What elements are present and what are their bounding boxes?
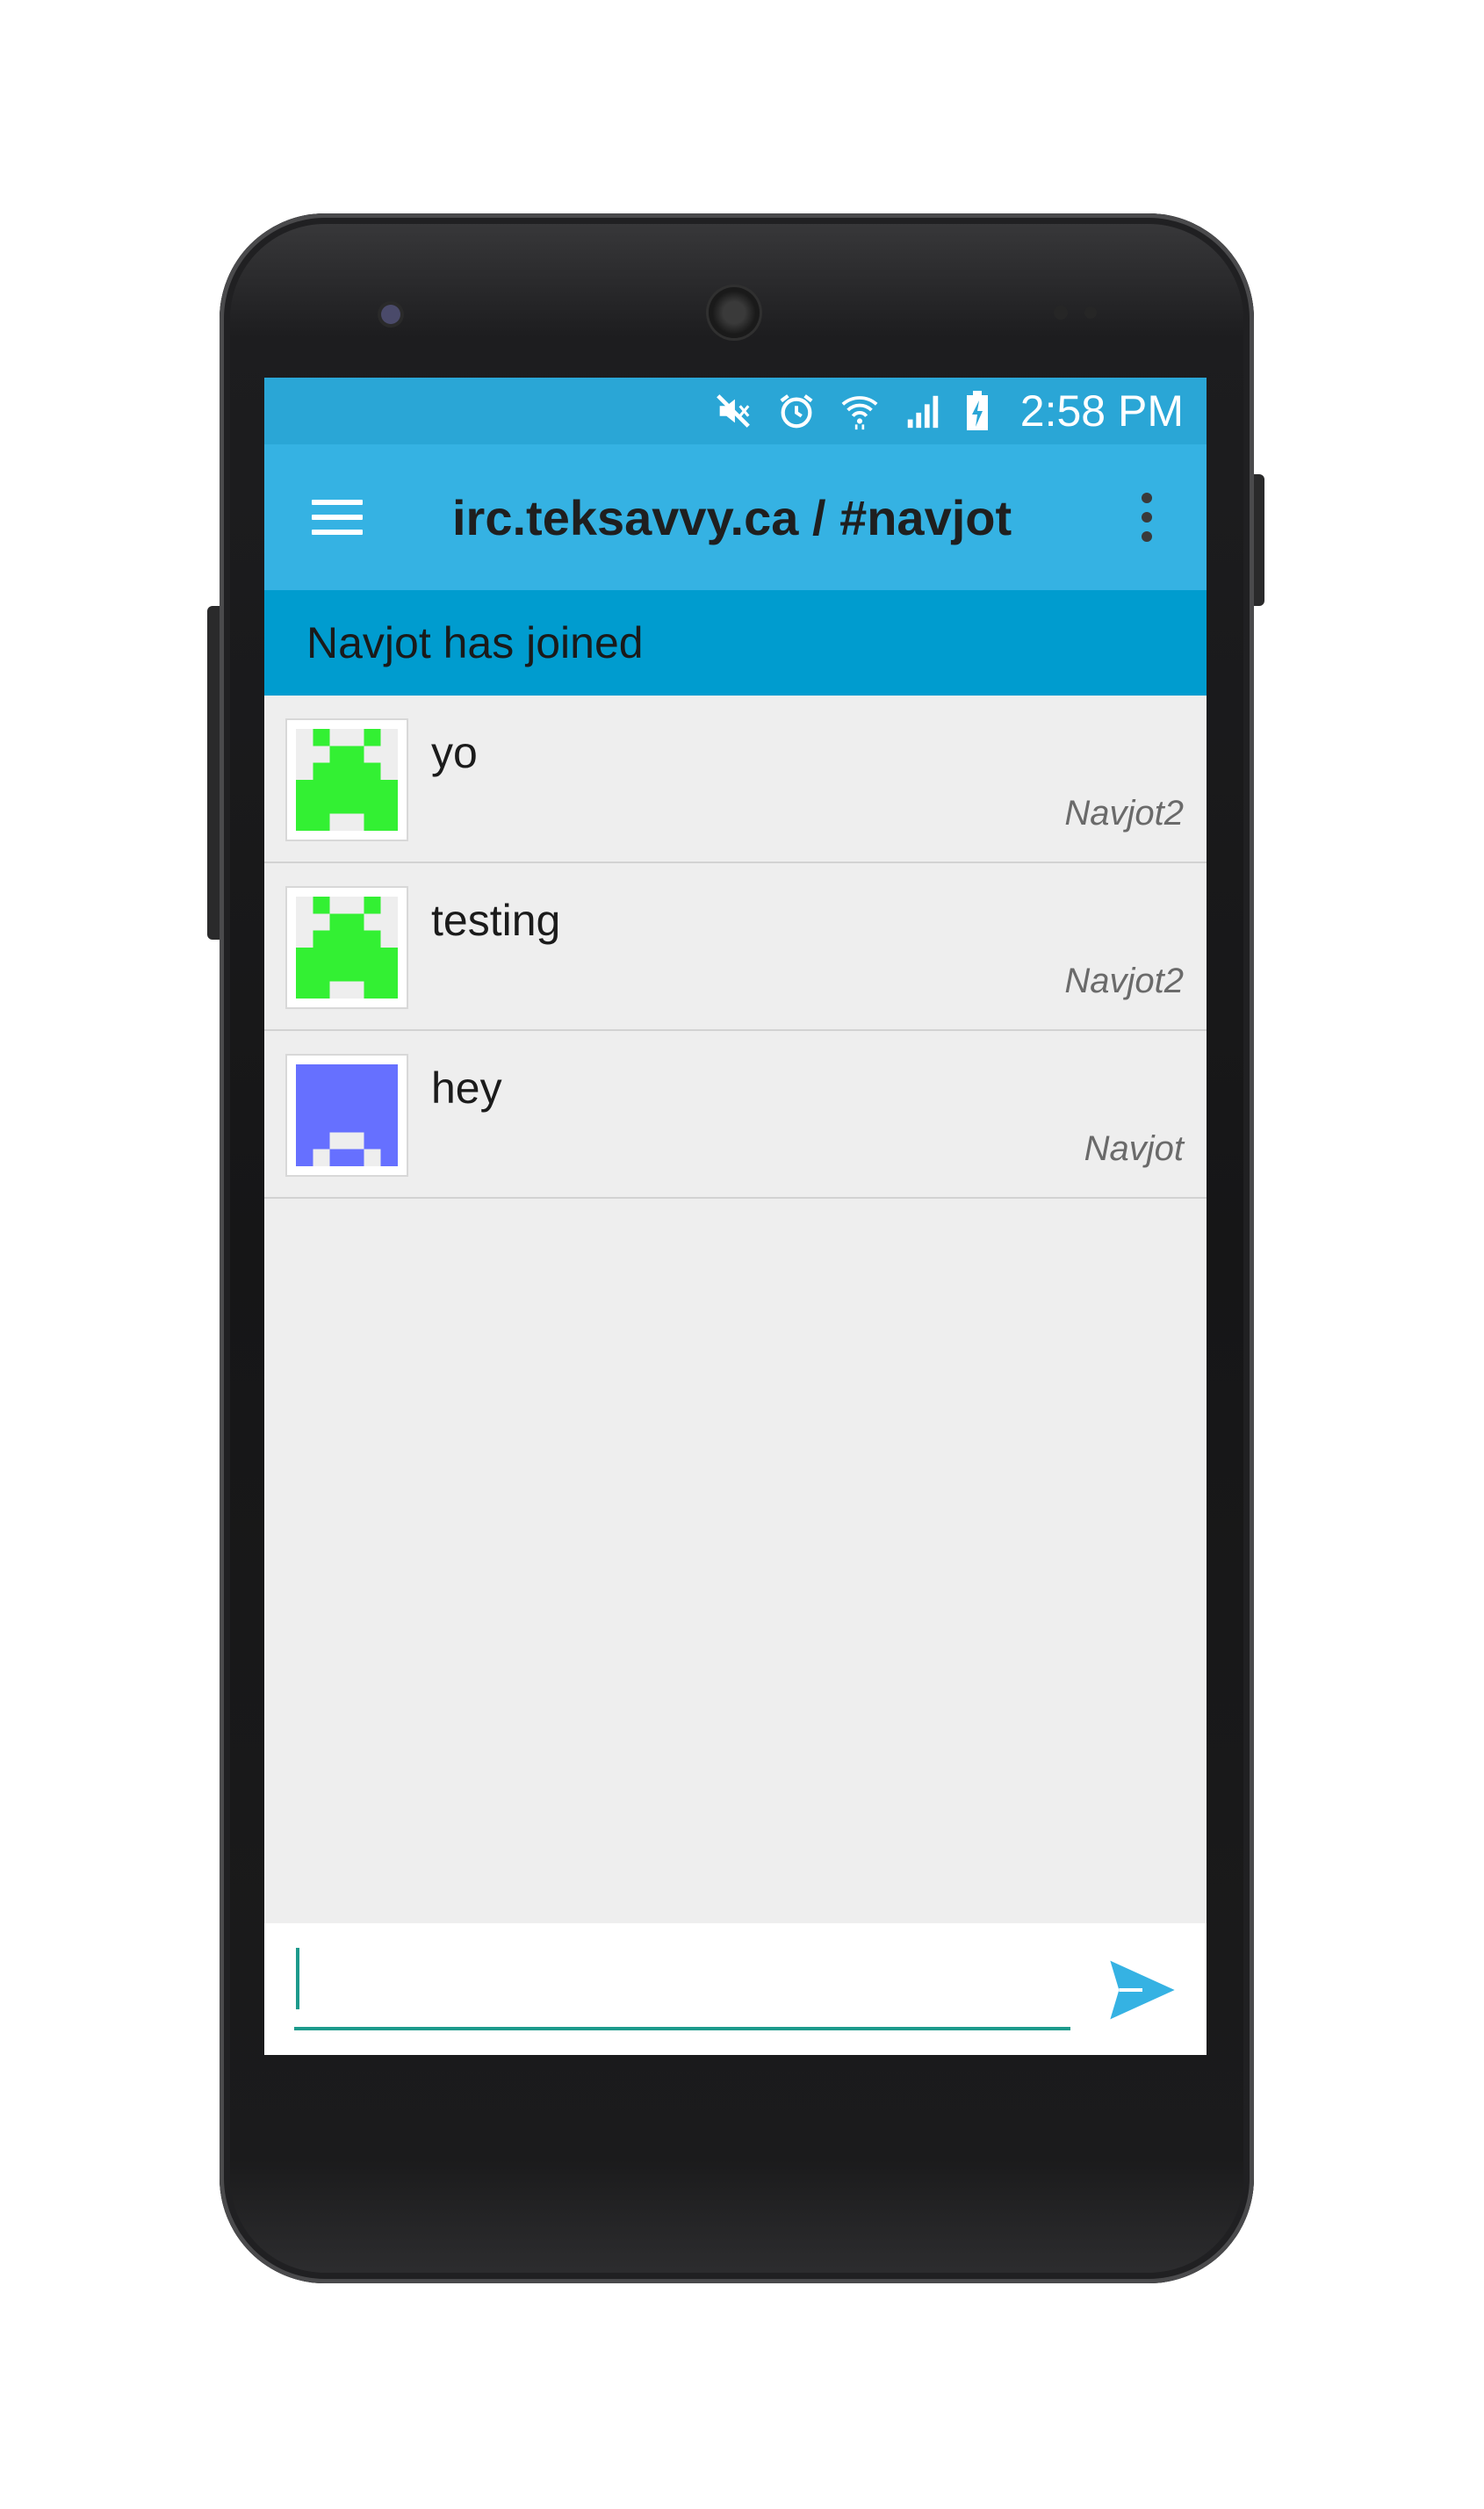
alarm-icon	[774, 389, 818, 433]
screen: 2:58 PM irc.teksavvy.ca / #navjot Navjot…	[264, 378, 1207, 2055]
wifi-icon	[838, 389, 882, 433]
message-nick: Navjot2	[1064, 962, 1184, 1000]
message-list: yo Navjot2 testing Navjot2 hey Navjot	[264, 696, 1207, 1199]
send-button[interactable]	[1107, 1957, 1178, 2023]
channel-title: irc.teksavvy.ca / #navjot	[452, 489, 1012, 545]
message-text: yo	[431, 728, 478, 777]
overflow-menu-icon[interactable]	[1142, 493, 1154, 542]
app-bar: irc.teksavvy.ca / #navjot	[264, 444, 1207, 590]
send-icon	[1110, 1960, 1175, 2020]
join-notice: Navjot has joined	[264, 590, 1207, 696]
mute-icon	[711, 389, 755, 433]
avatar	[285, 718, 408, 841]
battery-charging-icon	[955, 389, 999, 433]
power-button	[1252, 474, 1264, 606]
join-notice-text: Navjot has joined	[306, 618, 644, 667]
identicon-icon	[296, 729, 398, 831]
signal-icon	[901, 389, 945, 433]
status-time: 2:58 PM	[1019, 386, 1184, 436]
text-cursor	[296, 1948, 299, 2009]
list-item[interactable]: yo Navjot2	[264, 696, 1207, 863]
list-item[interactable]: hey Navjot	[264, 1031, 1207, 1199]
composer	[264, 1923, 1207, 2055]
message-nick: Navjot2	[1064, 794, 1184, 833]
proximity-sensor	[1054, 306, 1068, 320]
list-item[interactable]: testing Navjot2	[264, 863, 1207, 1031]
identicon-icon	[296, 1064, 398, 1166]
light-sensor	[1084, 306, 1097, 319]
avatar	[285, 886, 408, 1009]
message-text: hey	[431, 1063, 502, 1113]
menu-icon[interactable]	[312, 500, 363, 535]
status-bar: 2:58 PM	[264, 378, 1207, 444]
message-nick: Navjot	[1084, 1129, 1184, 1168]
message-text: testing	[431, 896, 561, 945]
message-input[interactable]	[294, 1939, 1070, 2030]
avatar	[285, 1054, 408, 1177]
identicon-icon	[296, 897, 398, 999]
earpiece-speaker	[709, 287, 760, 338]
front-camera	[381, 305, 400, 324]
